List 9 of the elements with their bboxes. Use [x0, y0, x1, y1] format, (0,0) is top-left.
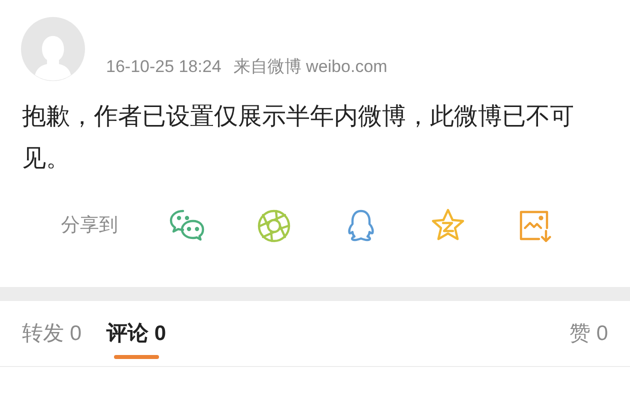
tab[interactable]: 转发 0 [22, 301, 82, 366]
tab-underline [114, 355, 160, 359]
post-text: 抱歉，作者已设置仅展示半年内微博，此微博已不可见。 [22, 102, 575, 174]
post-time: 16-10-25 18:24 [106, 56, 222, 78]
tab[interactable]: 评论 0 [106, 301, 166, 366]
tab[interactable]: 赞 0 [569, 301, 608, 366]
share-label: 分享到 [61, 214, 119, 238]
avatar [21, 17, 85, 81]
post-source: 来自微博 weibo.com [233, 56, 388, 78]
